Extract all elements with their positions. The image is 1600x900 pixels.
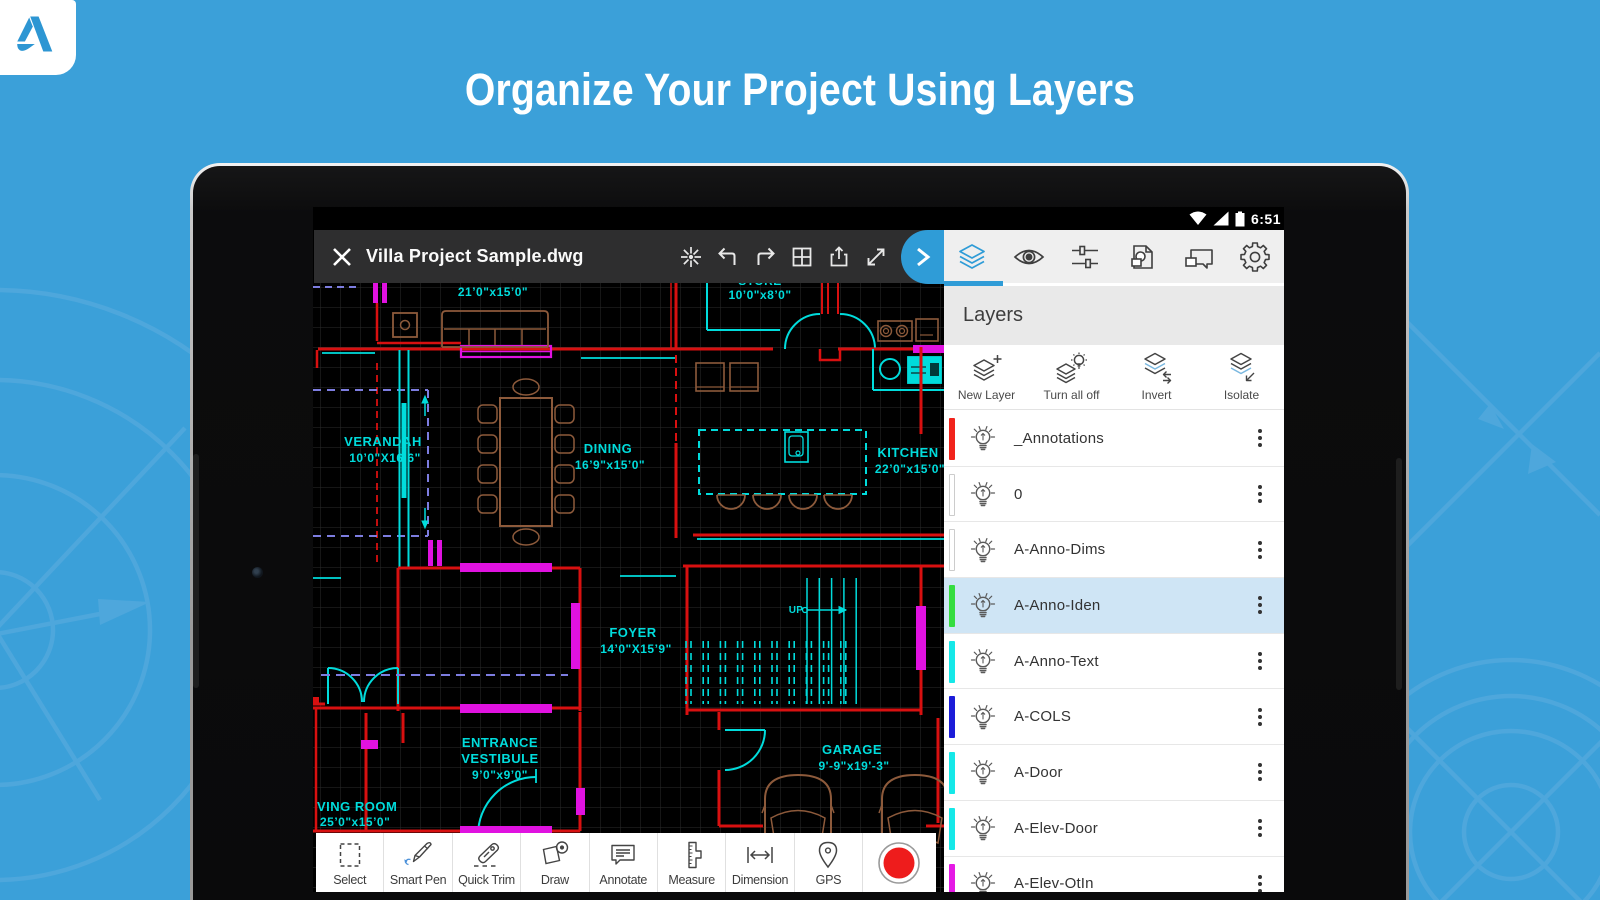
svg-text:9'-9"x19'-3": 9'-9"x19'-3": [818, 759, 889, 773]
svg-text:14’0"X15’9": 14’0"X15’9": [600, 642, 672, 656]
svg-text:10’0"X16’6": 10’0"X16’6": [349, 451, 421, 465]
svg-text:ENTRANCE: ENTRANCE: [462, 735, 538, 750]
svg-text:KITCHEN: KITCHEN: [877, 445, 938, 460]
svg-text:VESTIBULE: VESTIBULE: [461, 751, 538, 766]
svg-text:DINING: DINING: [584, 441, 633, 456]
svg-text:22’0"x15’0": 22’0"x15’0": [875, 462, 944, 476]
svg-text:10’0"x8’0": 10’0"x8’0": [728, 288, 791, 302]
svg-text:VERANDAH: VERANDAH: [344, 434, 422, 449]
svg-text:FOYER: FOYER: [609, 625, 656, 640]
svg-text:21’0"x15’0": 21’0"x15’0": [458, 285, 528, 299]
svg-text:16’9"x15’0": 16’9"x15’0": [575, 458, 645, 472]
svg-text:VING ROOM: VING ROOM: [317, 799, 397, 814]
svg-text:GARAGE: GARAGE: [822, 742, 882, 757]
svg-text:UP: UP: [789, 605, 804, 616]
svg-text:25’0"x15’0": 25’0"x15’0": [320, 815, 390, 829]
